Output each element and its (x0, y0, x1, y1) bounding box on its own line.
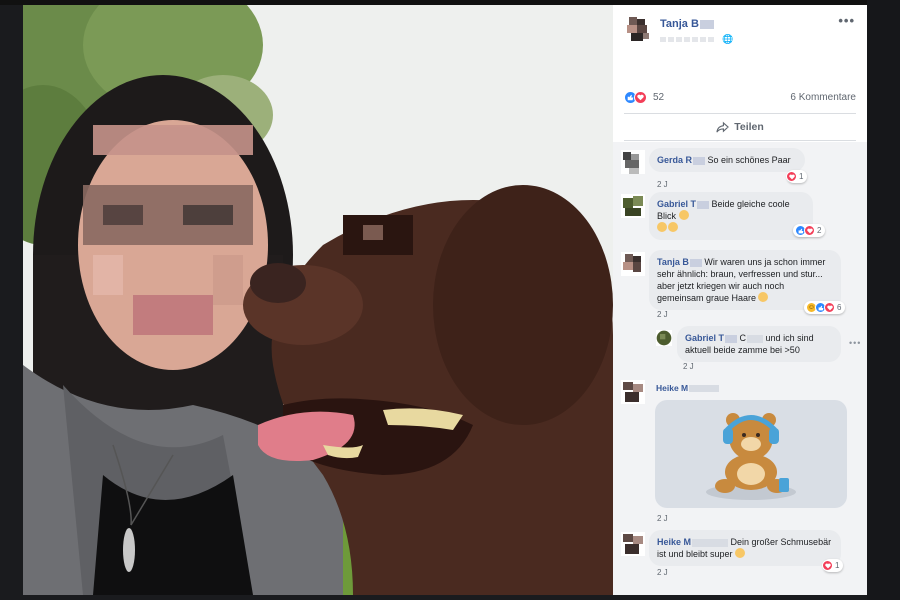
post-photo[interactable] (23, 5, 613, 595)
commenter-name[interactable]: Gerda R (657, 155, 706, 165)
author-avatar[interactable] (625, 15, 653, 43)
comment-reactions[interactable]: 1 (786, 170, 808, 183)
heart-icon (786, 171, 797, 182)
reactions-summary[interactable]: 52 6 Kommentare (624, 91, 856, 107)
comment-reactions[interactable]: 1 (822, 559, 844, 572)
comment-time[interactable]: 2 J (683, 362, 694, 371)
comment-item: Heike M 2 J (621, 378, 861, 526)
commenter-name[interactable]: Gabriel T (657, 199, 710, 209)
share-arrow-icon (716, 121, 730, 132)
comment-item: Gabriel T Beide gleiche coole Blick 2 (621, 192, 861, 242)
sticker-bear (655, 400, 847, 508)
share-label: Teilen (734, 121, 764, 133)
post-author-text: Tanja B (660, 18, 699, 30)
comment-time[interactable]: 2 J (657, 514, 668, 523)
commenter-avatar[interactable] (621, 252, 645, 276)
commenter-name[interactable]: Gabriel T (685, 333, 738, 343)
smiling-face-icon (758, 292, 769, 302)
clapping-hands-icon (678, 210, 689, 220)
commenter-name[interactable]: Heike M (657, 537, 729, 547)
post-timestamp-redacted (660, 35, 718, 44)
comment-time[interactable]: 2 J (657, 310, 668, 319)
commenter-avatar[interactable] (621, 150, 645, 174)
more-options-button[interactable]: ••• (838, 13, 855, 28)
comment-time[interactable]: 2 J (657, 180, 668, 189)
commenter-name[interactable]: Tanja B (657, 257, 702, 267)
comment-item: Tanja B Wir waren uns ja schon immer seh… (621, 250, 861, 322)
heart-icon (824, 302, 835, 313)
comment-item: Gerda R So ein schönes Paar 1 2 J (621, 148, 861, 189)
reaction-count: 52 (653, 92, 665, 103)
grinning-face-icon (735, 548, 746, 558)
share-button[interactable]: Teilen (624, 117, 856, 137)
commenter-avatar[interactable] (621, 380, 645, 404)
divider (624, 113, 856, 114)
reply-bubble: Gabriel T C und ich sind aktuell beide z… (677, 326, 841, 362)
commenter-avatar[interactable] (656, 330, 672, 346)
clapping-hands-icon (657, 222, 667, 232)
divider (624, 140, 856, 141)
comment-count[interactable]: 6 Kommentare (790, 92, 856, 103)
heart-icon (804, 225, 815, 236)
post-author-name[interactable]: Tanja B (660, 18, 714, 30)
commenter-avatar[interactable] (621, 532, 645, 556)
comment-bubble: Heike M Dein großer Schmusebär ist und b… (649, 530, 841, 566)
post-panel: Tanja B 🌐 ••• 52 6 Kommentare Teilen Ger… (613, 5, 867, 595)
heart-icon (822, 560, 833, 571)
comment-item: Heike M Dein großer Schmusebär ist und b… (621, 530, 861, 580)
photo-viewer: Tanja B 🌐 ••• 52 6 Kommentare Teilen Ger… (0, 0, 900, 600)
comment-bubble: Gerda R So ein schönes Paar (649, 148, 805, 172)
comment-time[interactable]: 2 J (657, 568, 668, 577)
reply-item: Gabriel T C und ich sind aktuell beide z… (621, 326, 861, 374)
post-header: Tanja B 🌐 (625, 15, 855, 51)
photo-woman-and-dog (23, 5, 613, 595)
comments-list: Gerda R So ein schönes Paar 1 2 J Gabrie… (613, 142, 867, 595)
clapping-hands-icon (668, 222, 678, 232)
commenter-name[interactable]: Heike M (656, 383, 720, 393)
bear-sticker-icon (706, 413, 796, 500)
comment-text: So ein schönes Paar (707, 155, 791, 165)
heart-icon (634, 91, 647, 104)
comment-bubble: Gabriel T Beide gleiche coole Blick (649, 192, 813, 240)
comment-reactions[interactable]: ☺ 6 (804, 301, 846, 314)
commenter-avatar[interactable] (621, 194, 645, 218)
redacted-name (699, 19, 714, 29)
comment-reactions[interactable]: 2 (793, 224, 826, 237)
background-page-strip (867, 0, 900, 600)
more-options-button[interactable]: ••• (849, 338, 861, 348)
globe-icon: 🌐 (722, 34, 734, 44)
